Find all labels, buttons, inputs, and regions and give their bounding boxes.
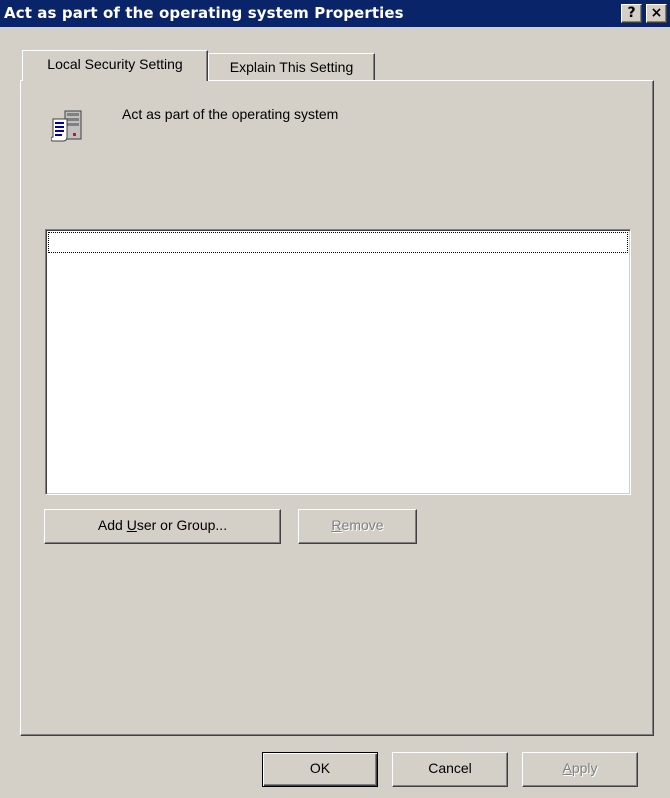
title-bar[interactable]: Act as part of the operating system Prop…	[0, 0, 670, 27]
remove-button-label-post: emove	[341, 517, 384, 533]
help-button[interactable]: ?	[621, 4, 642, 23]
remove-button-mnemonic: R	[331, 517, 342, 533]
members-list[interactable]	[45, 229, 631, 495]
close-button[interactable]: ×	[646, 4, 667, 23]
policy-document-icon	[51, 110, 82, 142]
properties-dialog: Act as part of the operating system Prop…	[0, 0, 670, 798]
window-title: Act as part of the operating system Prop…	[4, 4, 404, 22]
apply-button-label-post: pply	[571, 760, 598, 776]
add-button-label-post: ser or Group...	[136, 517, 228, 533]
apply-button-mnemonic: A	[562, 760, 572, 776]
tab-panel: Act as part of the operating system Add …	[20, 80, 654, 736]
close-icon: ×	[650, 5, 663, 21]
tab-local-security-setting[interactable]: Local Security Setting	[22, 50, 208, 81]
add-button-label-pre: Add	[97, 517, 127, 533]
tab-explain-this-setting[interactable]: Explain This Setting	[208, 53, 375, 81]
ok-button[interactable]: OK	[262, 752, 378, 787]
policy-name-label: Act as part of the operating system	[122, 106, 339, 122]
add-user-or-group-button[interactable]: Add User or Group...	[44, 509, 281, 544]
apply-button[interactable]: Apply	[522, 752, 638, 787]
help-icon: ?	[627, 5, 636, 21]
add-button-mnemonic: U	[126, 517, 137, 533]
list-focus-row[interactable]	[48, 232, 628, 253]
cancel-button[interactable]: Cancel	[392, 752, 508, 787]
remove-button[interactable]: Remove	[298, 509, 417, 544]
